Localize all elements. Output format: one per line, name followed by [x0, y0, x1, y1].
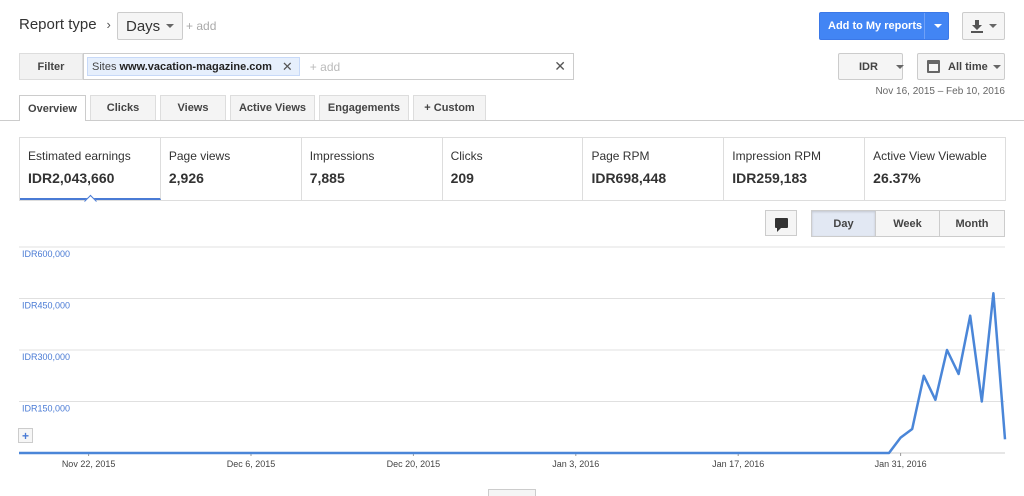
tab-overview[interactable]: Overview [19, 95, 86, 121]
metric-label: Active View Viewable [873, 149, 987, 163]
metric-value: 2,926 [168, 170, 204, 186]
tab-views[interactable]: Views [160, 95, 226, 120]
y-tick-label: IDR150,000 [22, 404, 70, 414]
x-tick-label: Dec 20, 2015 [387, 459, 441, 469]
chevron-down-icon [992, 64, 1001, 69]
time-range-value: All time [948, 60, 988, 73]
download-button[interactable] [962, 12, 1005, 40]
metric-impression-rpm[interactable]: Impression RPM IDR259,183 [724, 138, 866, 200]
chevron-down-icon [895, 64, 904, 69]
comment-icon [774, 218, 788, 232]
tab-clicks[interactable]: Clicks [90, 95, 156, 120]
metric-label: Page RPM [591, 149, 650, 163]
report-tabs: Overview Clicks Views Active Views Engag… [19, 95, 490, 121]
metric-label: Impression RPM [732, 149, 821, 163]
add-dimension-link[interactable]: + add [186, 19, 216, 33]
series-line-estimated-earnings [19, 292, 1007, 455]
metric-value: 26.37% [873, 170, 921, 186]
earnings-line-chart: IDR150,000 IDR300,000 IDR450,000 IDR600,000… [19, 246, 1007, 469]
report-type-text: Report type [19, 16, 97, 33]
metric-value: IDR259,183 [732, 170, 808, 186]
y-tick-label: IDR300,000 [22, 352, 70, 362]
y-tick-label: IDR450,000 [22, 301, 70, 311]
metric-active-view-viewable[interactable]: Active View Viewable 26.37% [865, 138, 1005, 200]
metric-label: Estimated earnings [28, 149, 131, 163]
zoom-icon[interactable]: + [18, 428, 33, 443]
metric-label: Page views [168, 149, 231, 163]
granularity-toggle: Day Week Month [811, 210, 1005, 237]
metric-value: IDR2,043,660 [28, 170, 115, 186]
x-tick-label: Nov 22, 2015 [62, 459, 116, 469]
metric-page-rpm[interactable]: Page RPM IDR698,448 [583, 138, 725, 200]
filter-chip[interactable]: Sites www.vacation-magazine.com ✕ [87, 57, 300, 76]
chevron-down-icon [166, 24, 175, 28]
metric-estimated-earnings[interactable]: Estimated earnings IDR2,043,660 [20, 138, 161, 200]
tab-custom[interactable]: + Custom [413, 95, 486, 120]
x-tick-label: Jan 17, 2016 [712, 459, 764, 469]
metric-clicks[interactable]: Clicks 209 [443, 138, 584, 200]
add-to-my-reports-button[interactable]: Add to My reports [819, 12, 949, 40]
x-tick-label: Jan 3, 2016 [552, 459, 599, 469]
currency-value: IDR [859, 60, 878, 73]
metric-page-views[interactable]: Page views 2,926 [161, 138, 302, 200]
currency-select[interactable]: IDR [838, 53, 904, 80]
chevron-down-icon[interactable] [934, 24, 942, 28]
day-button[interactable]: Day [812, 211, 876, 236]
filter-input-box[interactable]: Sites www.vacation-magazine.com ✕ + add … [83, 53, 574, 80]
annotation-button[interactable] [765, 210, 797, 236]
metric-value: 209 [450, 170, 474, 186]
calendar-icon [927, 60, 940, 73]
download-icon [970, 19, 983, 33]
chevron-right-icon: › [106, 17, 111, 32]
filter-add-placeholder[interactable]: + add [310, 60, 340, 74]
chevron-down-icon [988, 24, 997, 28]
metric-value: 7,885 [309, 170, 345, 186]
expand-table-button[interactable] [488, 489, 536, 496]
close-icon[interactable]: ✕ [282, 59, 293, 75]
tab-active-views[interactable]: Active Views [230, 95, 315, 120]
date-range-label: Nov 16, 2015 – Feb 10, 2016 [875, 86, 1005, 97]
x-tick-label: Jan 31, 2016 [875, 459, 927, 469]
button-divider [924, 13, 925, 39]
y-tick-label: IDR600,000 [22, 249, 70, 259]
metric-value: IDR698,448 [591, 170, 667, 186]
month-button[interactable]: Month [940, 211, 1004, 236]
add-to-my-reports-label: Add to My reports [828, 20, 923, 32]
filter-button[interactable]: Filter [19, 53, 83, 80]
week-button[interactable]: Week [876, 211, 940, 236]
x-tick-label: Dec 6, 2015 [227, 459, 276, 469]
granularity-select[interactable]: Days [117, 12, 184, 40]
filter-chip-value: www.vacation-magazine.com [119, 60, 272, 73]
report-type-label: Report type › [19, 16, 111, 33]
tab-engagements[interactable]: Engagements [319, 95, 409, 120]
granularity-select-value: Days [126, 17, 161, 35]
time-range-select[interactable]: All time [917, 53, 1005, 80]
metric-label: Clicks [450, 149, 483, 163]
filter-chip-key: Sites [92, 60, 117, 73]
metrics-bar: Estimated earnings IDR2,043,660 Page vie… [19, 137, 1006, 201]
metric-label: Impressions [309, 149, 375, 163]
metric-impressions[interactable]: Impressions 7,885 [302, 138, 443, 200]
close-icon[interactable]: ✕ [554, 58, 566, 75]
